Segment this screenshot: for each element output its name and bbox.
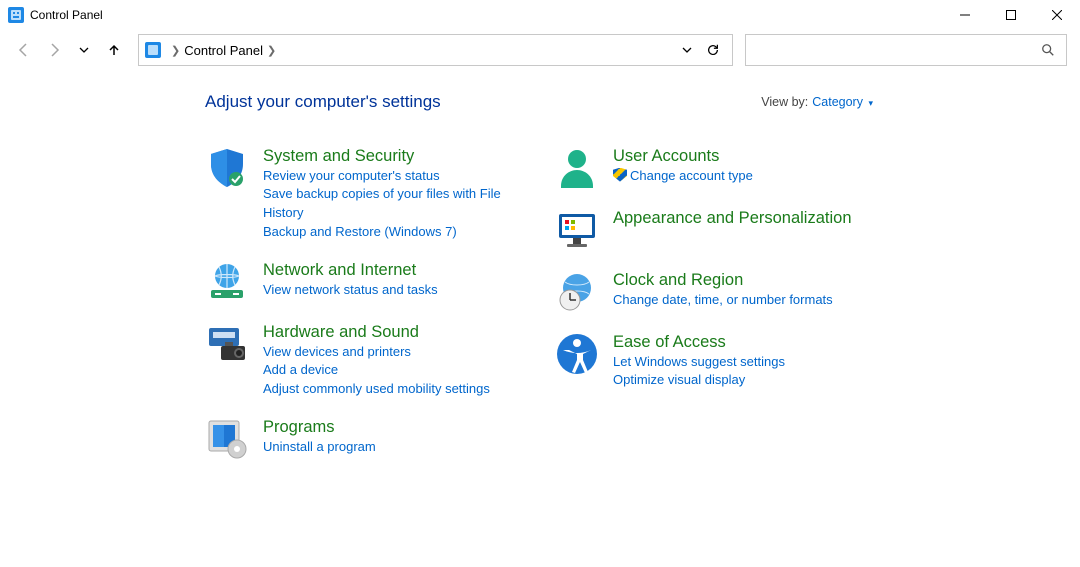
category-ease-of-access: Ease of Access Let Windows suggest setti… [555, 332, 865, 390]
right-column: User Accounts Change account type Appear… [555, 146, 865, 461]
sublink-date-time-formats[interactable]: Change date, time, or number formats [613, 291, 833, 310]
shield-icon [205, 146, 249, 190]
clock-globe-icon [555, 270, 599, 314]
forward-button[interactable] [40, 36, 68, 64]
view-by-label: View by: [761, 95, 808, 109]
category-body: Hardware and Sound View devices and prin… [263, 322, 490, 399]
category-hardware-and-sound: Hardware and Sound View devices and prin… [205, 322, 515, 399]
sublink-network-status[interactable]: View network status and tasks [263, 281, 438, 300]
user-icon [555, 146, 599, 190]
sublink-add-device[interactable]: Add a device [263, 361, 490, 380]
category-link[interactable]: Hardware and Sound [263, 322, 490, 343]
category-user-accounts: User Accounts Change account type [555, 146, 865, 190]
breadcrumb-root[interactable]: Control Panel [184, 43, 263, 58]
category-programs: Programs Uninstall a program [205, 417, 515, 461]
category-link[interactable]: System and Security [263, 146, 515, 167]
monitor-icon [555, 208, 599, 252]
view-by-value: Category [812, 95, 863, 109]
category-link[interactable]: Network and Internet [263, 260, 438, 281]
category-body: User Accounts Change account type [613, 146, 753, 190]
search-icon[interactable] [1038, 40, 1058, 60]
sublink-suggest-settings[interactable]: Let Windows suggest settings [613, 353, 785, 372]
up-button[interactable] [100, 36, 128, 64]
category-link[interactable]: Programs [263, 417, 376, 438]
search-input[interactable] [754, 42, 1038, 59]
category-clock-and-region: Clock and Region Change date, time, or n… [555, 270, 865, 314]
category-columns: System and Security Review your computer… [205, 146, 1080, 461]
navigation-toolbar: ❯ Control Panel ❯ [0, 30, 1080, 70]
control-panel-icon [145, 42, 161, 58]
category-body: Network and Internet View network status… [263, 260, 438, 304]
printer-camera-icon [205, 322, 249, 366]
page-title: Adjust your computer's settings [205, 92, 441, 112]
close-button[interactable] [1034, 0, 1080, 30]
content-header: Adjust your computer's settings View by:… [205, 92, 873, 112]
window-titlebar: Control Panel [0, 0, 1080, 30]
sublink-file-history[interactable]: Save backup copies of your files with Fi… [263, 185, 515, 223]
category-body: Programs Uninstall a program [263, 417, 376, 461]
address-bar[interactable]: ❯ Control Panel ❯ [138, 34, 733, 66]
chevron-right-icon[interactable]: ❯ [267, 44, 276, 57]
view-by-dropdown[interactable]: Category ▾ [812, 95, 873, 109]
sublink-change-account-type[interactable]: Change account type [613, 167, 753, 186]
sublink-devices-printers[interactable]: View devices and printers [263, 343, 490, 362]
category-body: System and Security Review your computer… [263, 146, 515, 242]
maximize-button[interactable] [988, 0, 1034, 30]
window-controls [942, 0, 1080, 30]
sublink-optimize-display[interactable]: Optimize visual display [613, 371, 785, 390]
category-appearance-and-personalization: Appearance and Personalization [555, 208, 865, 252]
accessibility-icon [555, 332, 599, 376]
minimize-button[interactable] [942, 0, 988, 30]
category-body: Ease of Access Let Windows suggest setti… [613, 332, 785, 390]
category-network-and-internet: Network and Internet View network status… [205, 260, 515, 304]
back-button[interactable] [10, 36, 38, 64]
chevron-right-icon[interactable]: ❯ [171, 44, 180, 57]
window-title: Control Panel [30, 8, 103, 22]
left-column: System and Security Review your computer… [205, 146, 515, 461]
caret-down-icon: ▾ [868, 98, 873, 108]
globe-network-icon [205, 260, 249, 304]
sublink-review-status[interactable]: Review your computer's status [263, 167, 515, 186]
control-panel-icon [8, 7, 24, 23]
sublink-backup-restore[interactable]: Backup and Restore (Windows 7) [263, 223, 515, 242]
category-system-and-security: System and Security Review your computer… [205, 146, 515, 242]
search-box[interactable] [745, 34, 1067, 66]
category-body: Appearance and Personalization [613, 208, 852, 252]
sublink-mobility-settings[interactable]: Adjust commonly used mobility settings [263, 380, 490, 399]
category-body: Clock and Region Change date, time, or n… [613, 270, 833, 314]
programs-icon [205, 417, 249, 461]
address-history-button[interactable] [674, 37, 700, 63]
category-link[interactable]: User Accounts [613, 146, 753, 167]
category-link[interactable]: Clock and Region [613, 270, 833, 291]
category-link[interactable]: Appearance and Personalization [613, 208, 852, 229]
sublink-uninstall-program[interactable]: Uninstall a program [263, 438, 376, 457]
category-link[interactable]: Ease of Access [613, 332, 785, 353]
recent-locations-button[interactable] [70, 36, 98, 64]
refresh-button[interactable] [700, 37, 726, 63]
main-content: Adjust your computer's settings View by:… [0, 70, 1080, 461]
